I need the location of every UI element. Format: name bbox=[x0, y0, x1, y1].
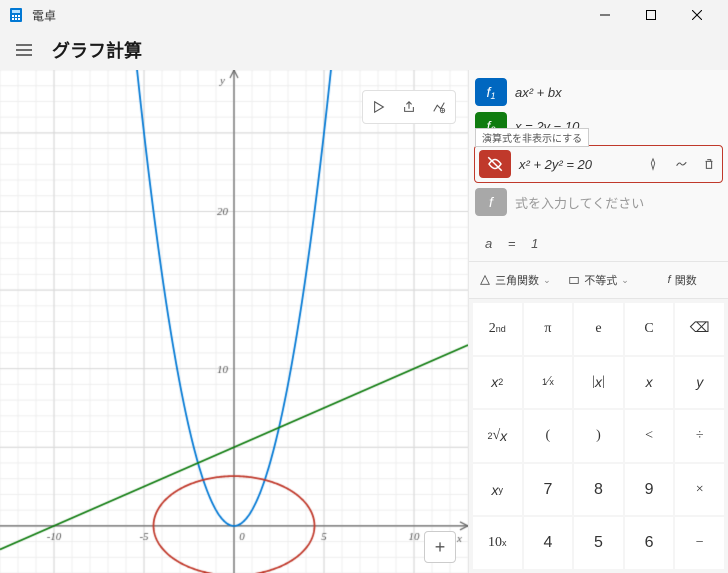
trace-button[interactable] bbox=[365, 93, 393, 121]
ineq-label: 不等式 bbox=[584, 272, 617, 288]
key-lt[interactable]: < bbox=[625, 410, 674, 462]
func-prefix: f bbox=[668, 274, 671, 286]
window-title: 電卓 bbox=[32, 7, 582, 24]
add-equation-button[interactable]: + bbox=[424, 531, 456, 563]
function-list: f1 ax² + bx f2 x = 2y − 10 演算式を非表示にする x²… bbox=[469, 70, 728, 226]
function-expr-1: ax² + bx bbox=[515, 85, 722, 100]
analyze-icon[interactable] bbox=[644, 155, 662, 173]
function-row-3[interactable]: 演算式を非表示にする x² + 2y² = 20 bbox=[475, 146, 722, 182]
page-title: グラフ計算 bbox=[52, 37, 142, 63]
share-button[interactable] bbox=[395, 93, 423, 121]
key-9[interactable]: 9 bbox=[625, 464, 674, 516]
key-minus[interactable]: − bbox=[675, 517, 724, 569]
trig-dropdown[interactable]: 三角関数⌄ bbox=[475, 266, 555, 294]
key-e[interactable]: e bbox=[574, 303, 623, 355]
key-sqrt[interactable]: 2√x bbox=[473, 410, 522, 462]
key-clear[interactable]: C bbox=[625, 303, 674, 355]
function-expr-3: x² + 2y² = 20 bbox=[519, 157, 636, 172]
graph-options-button[interactable] bbox=[425, 93, 453, 121]
hide-function-button[interactable] bbox=[479, 150, 511, 178]
variables-row[interactable]: a = 1 bbox=[469, 226, 728, 261]
category-dropdowns: 三角関数⌄ 不等式⌄ f 関数 bbox=[469, 261, 728, 299]
key-divide[interactable]: ÷ bbox=[675, 410, 724, 462]
key-2nd[interactable]: 2nd bbox=[473, 303, 522, 355]
header: グラフ計算 bbox=[0, 30, 728, 70]
ineq-dropdown[interactable]: 不等式⌄ bbox=[559, 266, 639, 294]
key-6[interactable]: 6 bbox=[625, 517, 674, 569]
function-input-placeholder: 式を入力してください bbox=[515, 193, 644, 212]
key-7[interactable]: 7 bbox=[524, 464, 573, 516]
key-10-pow-x[interactable]: 10x bbox=[473, 517, 522, 569]
titlebar: 電卓 bbox=[0, 0, 728, 30]
key-backspace[interactable]: ⌫ bbox=[675, 303, 724, 355]
var-a-value: 1 bbox=[531, 236, 538, 251]
key-y[interactable]: y bbox=[675, 357, 724, 409]
key-multiply[interactable]: × bbox=[675, 464, 724, 516]
delete-icon[interactable] bbox=[700, 155, 718, 173]
key-x-pow-y[interactable]: xy bbox=[473, 464, 522, 516]
key-rparen[interactable]: ) bbox=[574, 410, 623, 462]
graph-canvas[interactable] bbox=[0, 70, 468, 573]
key-4[interactable]: 4 bbox=[524, 517, 573, 569]
key-pi[interactable]: π bbox=[524, 303, 573, 355]
key-x-squared[interactable]: x2 bbox=[473, 357, 522, 409]
keypad: 2nd π e C ⌫ x2 1⁄x |x| x y 2√x ( ) < ÷ x… bbox=[469, 299, 728, 573]
var-a-label: a bbox=[485, 236, 492, 251]
graph-toolbar bbox=[362, 90, 456, 124]
key-abs[interactable]: |x| bbox=[574, 357, 623, 409]
func-dropdown[interactable]: f 関数 bbox=[642, 266, 722, 294]
key-5[interactable]: 5 bbox=[574, 517, 623, 569]
key-x[interactable]: x bbox=[625, 357, 674, 409]
minimize-button[interactable] bbox=[582, 0, 628, 30]
function-input-row[interactable]: f 式を入力してください bbox=[475, 188, 722, 216]
func-label: 関数 bbox=[675, 272, 697, 288]
style-icon[interactable] bbox=[672, 155, 690, 173]
key-reciprocal[interactable]: 1⁄x bbox=[524, 357, 573, 409]
maximize-button[interactable] bbox=[628, 0, 674, 30]
function-badge-1: f1 bbox=[475, 78, 507, 106]
var-eq: = bbox=[508, 236, 516, 251]
function-badge-input: f bbox=[475, 188, 507, 216]
side-panel: f1 ax² + bx f2 x = 2y − 10 演算式を非表示にする x²… bbox=[468, 70, 728, 573]
app-icon bbox=[8, 7, 24, 23]
hide-tooltip: 演算式を非表示にする bbox=[475, 128, 589, 147]
key-8[interactable]: 8 bbox=[574, 464, 623, 516]
menu-button[interactable] bbox=[8, 34, 40, 66]
close-button[interactable] bbox=[674, 0, 720, 30]
trig-label: 三角関数 bbox=[495, 272, 539, 288]
graph-area[interactable]: + bbox=[0, 70, 468, 573]
key-lparen[interactable]: ( bbox=[524, 410, 573, 462]
function-row-1[interactable]: f1 ax² + bx bbox=[475, 78, 722, 106]
